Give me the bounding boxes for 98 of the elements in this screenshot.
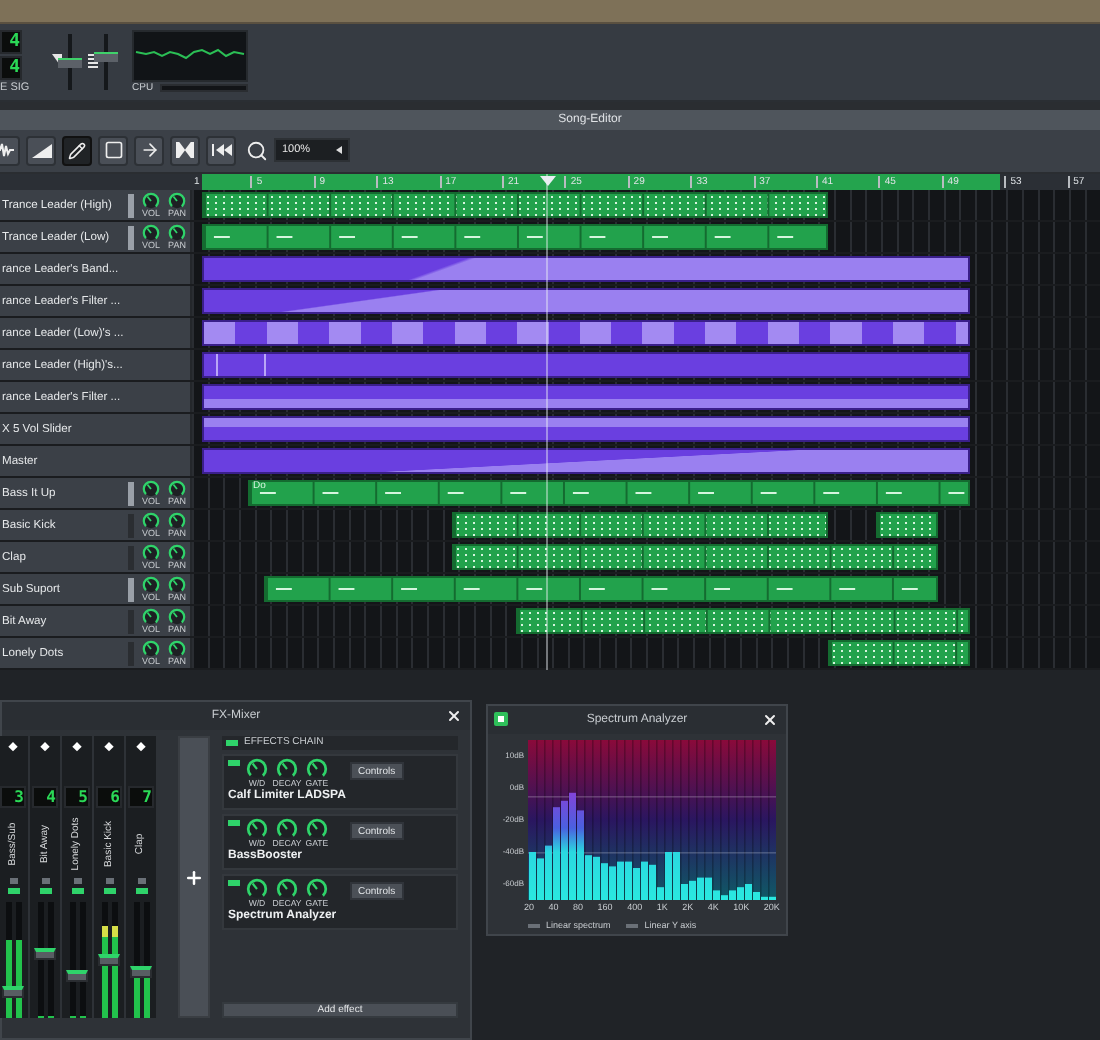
volume-slider-handle[interactable] — [58, 58, 82, 69]
pattern-clip[interactable] — [248, 480, 970, 506]
automation-clip[interactable] — [202, 256, 970, 282]
automation-clip[interactable] — [202, 288, 970, 314]
channel-led — [135, 888, 147, 894]
pencil-icon — [68, 141, 86, 160]
fader-handle[interactable] — [2, 985, 24, 998]
knob[interactable] — [142, 223, 160, 242]
fader-handle[interactable] — [66, 969, 88, 982]
fader-handle[interactable] — [34, 948, 56, 961]
send-icon[interactable] — [104, 742, 114, 752]
pitch-slider-handle[interactable] — [94, 51, 118, 62]
cpu-graph — [132, 29, 248, 82]
tool-button[interactable] — [170, 135, 200, 166]
channel-indicator — [9, 878, 17, 885]
tool-button[interactable] — [98, 135, 128, 166]
waveform-icon — [0, 142, 14, 159]
automation-clip[interactable] — [202, 384, 970, 410]
channel-led — [103, 888, 115, 894]
knob[interactable] — [276, 818, 298, 840]
tool-button[interactable] — [26, 135, 56, 166]
channel-led — [71, 888, 83, 894]
track-grip[interactable] — [128, 481, 134, 505]
channel-led — [39, 888, 51, 894]
tool-button[interactable] — [62, 135, 92, 166]
track-grip[interactable] — [128, 577, 134, 601]
knob[interactable] — [168, 191, 186, 210]
send-icon[interactable] — [8, 742, 18, 752]
tool-button[interactable] — [134, 135, 164, 166]
channel-number: 5 — [64, 785, 90, 808]
knob[interactable] — [168, 639, 186, 658]
knob[interactable] — [142, 543, 160, 562]
automation-clip[interactable] — [202, 416, 970, 442]
automation-clip[interactable] — [202, 448, 970, 474]
ramp-icon — [31, 143, 51, 158]
fader-handle[interactable] — [130, 966, 152, 979]
knob[interactable] — [246, 758, 268, 780]
close-button[interactable] — [760, 710, 780, 730]
track-grip[interactable] — [128, 193, 134, 217]
caret-icon — [336, 146, 342, 155]
knob[interactable] — [306, 878, 328, 900]
knob[interactable] — [246, 818, 268, 840]
channel-indicator — [41, 878, 49, 885]
channel-led — [7, 888, 19, 894]
arrow-right-icon — [139, 140, 159, 161]
knob[interactable] — [168, 543, 186, 562]
fader-handle[interactable] — [98, 954, 120, 966]
knob[interactable] — [168, 479, 186, 498]
pattern-clip[interactable] — [202, 224, 829, 250]
bowtie-icon — [176, 142, 194, 159]
knob[interactable] — [142, 191, 160, 210]
channel-number: 7 — [128, 785, 154, 808]
knob[interactable] — [142, 479, 160, 498]
pattern-clip[interactable] — [202, 192, 829, 218]
pitch-icon — [88, 54, 98, 69]
knob[interactable] — [168, 575, 186, 594]
time-signature-denominator[interactable]: 4 — [0, 55, 22, 80]
option-checkbox[interactable] — [528, 924, 540, 929]
pattern-clip[interactable] — [828, 640, 970, 666]
close-button[interactable] — [444, 706, 464, 726]
knob[interactable] — [168, 223, 186, 242]
pattern-clip[interactable] — [875, 512, 938, 538]
cpu-meter — [159, 84, 248, 93]
square-icon — [103, 140, 123, 161]
app-icon — [494, 712, 508, 726]
pattern-clip[interactable] — [452, 544, 938, 570]
channel-indicator — [105, 878, 113, 885]
channel-number: 6 — [96, 785, 122, 808]
option-checkbox[interactable] — [626, 924, 639, 929]
knob[interactable] — [168, 607, 186, 626]
rewind-icon — [211, 144, 231, 157]
tool-button[interactable] — [206, 135, 236, 166]
pattern-clip[interactable] — [264, 576, 938, 602]
knob[interactable] — [142, 639, 160, 658]
send-icon[interactable] — [72, 742, 82, 752]
knob[interactable] — [142, 575, 160, 594]
knob[interactable] — [306, 758, 328, 780]
channel-indicator — [137, 878, 145, 885]
knob[interactable] — [276, 878, 298, 900]
zoom-icon — [246, 139, 268, 162]
automation-clip[interactable] — [202, 320, 970, 346]
track-grip[interactable] — [128, 225, 134, 249]
knob[interactable] — [246, 878, 268, 900]
pattern-clip[interactable] — [452, 512, 829, 538]
send-icon[interactable] — [136, 742, 146, 752]
plus-icon — [184, 867, 204, 887]
knob[interactable] — [142, 607, 160, 626]
channel-number: 4 — [32, 785, 58, 808]
knob[interactable] — [276, 758, 298, 780]
pattern-clip[interactable] — [515, 608, 970, 634]
knob[interactable] — [168, 511, 186, 530]
automation-clip[interactable] — [202, 352, 970, 378]
knob[interactable] — [306, 818, 328, 840]
knob[interactable] — [142, 511, 160, 530]
channel-number: 3 — [0, 785, 26, 808]
time-signature-numerator[interactable]: 4 — [0, 29, 22, 54]
channel-indicator — [73, 878, 81, 885]
send-icon[interactable] — [40, 742, 50, 752]
